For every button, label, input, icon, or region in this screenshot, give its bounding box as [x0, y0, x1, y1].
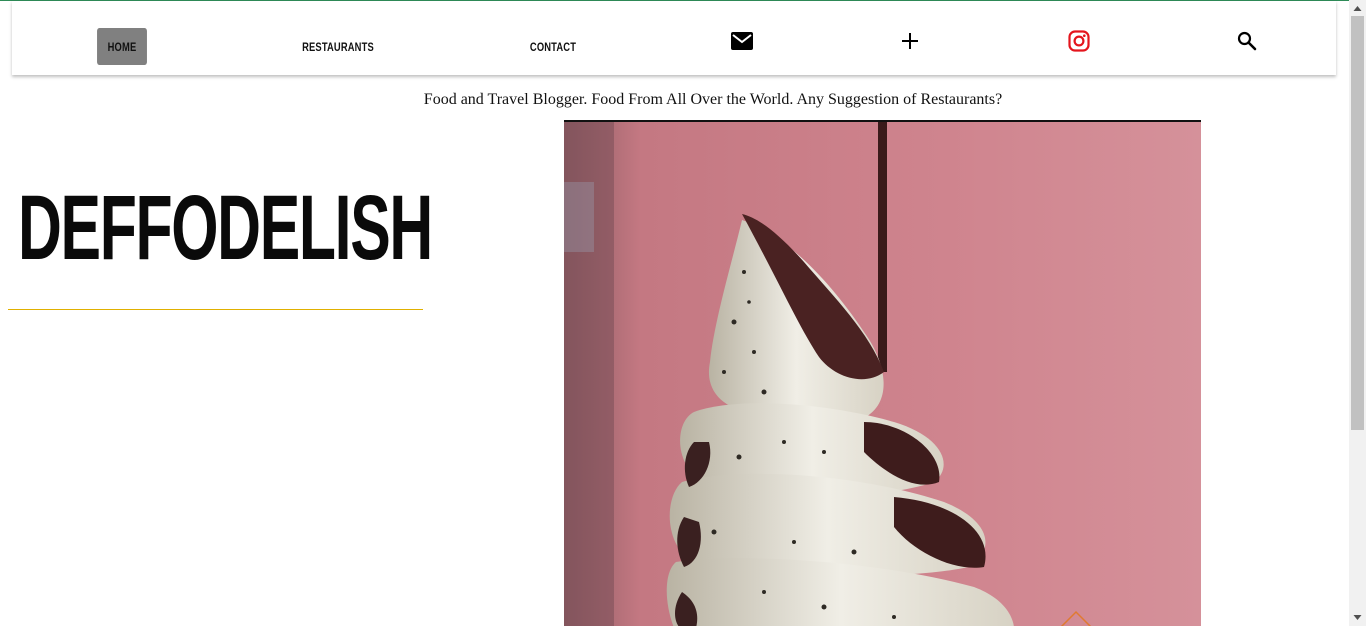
plus-icon[interactable] — [897, 28, 923, 54]
brand-divider — [8, 309, 423, 310]
nav-contact-link[interactable]: CONTACT — [525, 28, 581, 65]
page-scrollbar[interactable] — [1349, 0, 1366, 626]
search-icon[interactable] — [1234, 28, 1260, 54]
scrollbar-thumb[interactable] — [1351, 16, 1364, 430]
top-navbar: HOME RESTAURANTS CONTACT — [12, 1, 1336, 75]
scroll-down-arrow-icon[interactable] — [1349, 610, 1366, 624]
hero-image — [564, 120, 1201, 626]
nav-restaurants-link[interactable]: RESTAURANTS — [299, 28, 377, 65]
instagram-icon[interactable] — [1066, 28, 1092, 54]
scroll-up-arrow-icon[interactable] — [1349, 2, 1366, 16]
mail-icon[interactable] — [729, 28, 755, 54]
brand-logo-text: DEFFODELISH — [18, 177, 433, 279]
site-tagline: Food and Travel Blogger. Food From All O… — [423, 91, 1003, 108]
nav-home-button[interactable]: HOME — [97, 28, 147, 65]
